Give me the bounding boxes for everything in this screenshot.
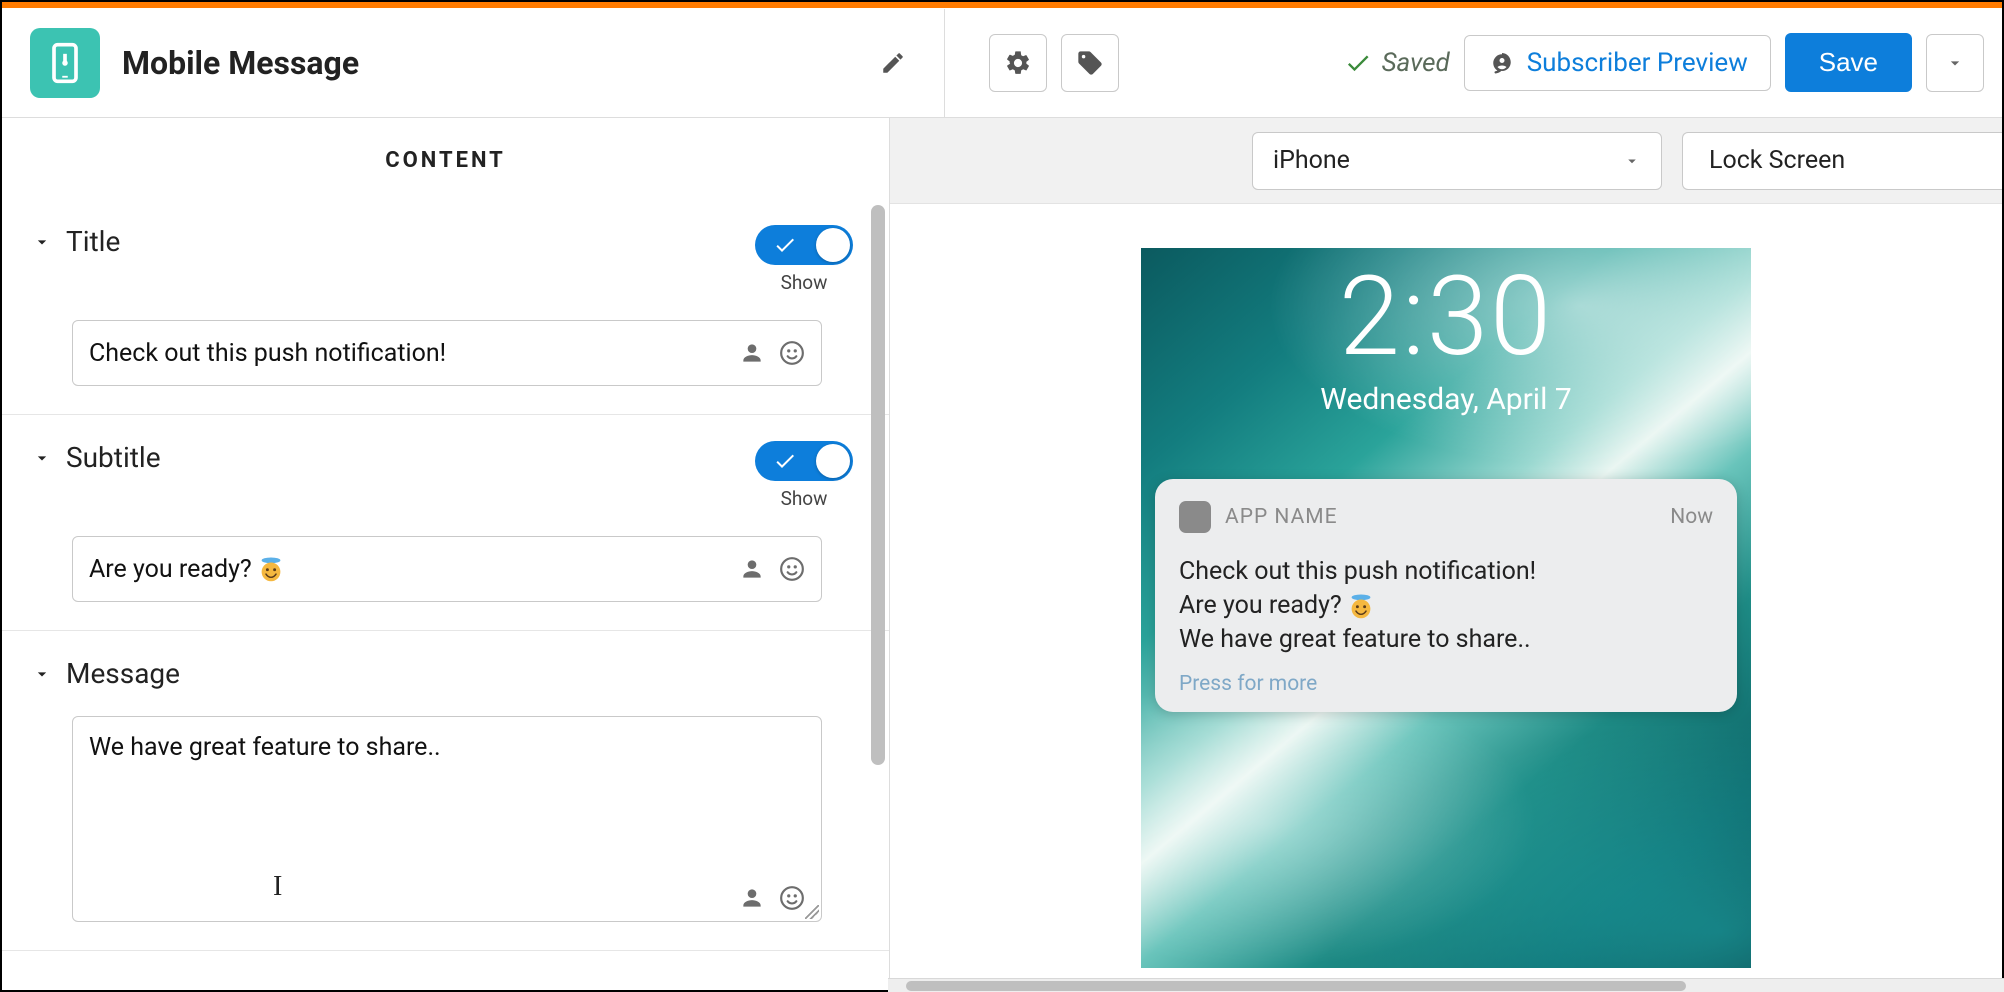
chevron-down-icon [1623, 152, 1641, 170]
mobile-message-icon [30, 28, 100, 98]
section-subtitle-header[interactable]: Subtitle [32, 441, 161, 474]
section-title-header[interactable]: Title [32, 225, 120, 258]
subtitle-input-value: Are you ready? [89, 555, 739, 584]
chevron-down-icon [32, 232, 52, 252]
section-title-label: Title [66, 225, 120, 258]
emoji-picker-icon[interactable] [779, 556, 805, 582]
subscriber-preview-button[interactable]: Subscriber Preview [1464, 35, 1771, 91]
toggle-knob [816, 228, 850, 262]
saved-status: Saved [1344, 48, 1450, 78]
horizontal-scrollbar[interactable] [888, 978, 2004, 992]
notification-subtitle: Are you ready? [1179, 589, 1713, 623]
header-divider [944, 9, 945, 117]
notification-card: APP NAME Now Check out this push notific… [1155, 479, 1737, 712]
section-message-header[interactable]: Message [32, 657, 180, 690]
lock-time: 2:30 [1141, 262, 1751, 372]
check-icon [773, 233, 797, 257]
tag-button[interactable] [1061, 34, 1119, 92]
check-icon [1344, 49, 1372, 77]
main-area: CONTENT Title Show [2, 118, 2002, 990]
text-cursor-icon: I [273, 871, 282, 903]
section-subtitle-label: Subtitle [66, 441, 161, 474]
saved-label: Saved [1382, 48, 1450, 78]
personalization-icon[interactable] [739, 556, 765, 582]
content-scroll-area: Title Show Check out this push notificat… [2, 199, 889, 991]
settings-button[interactable] [989, 34, 1047, 92]
view-select[interactable]: Lock Screen [1682, 132, 2002, 190]
toggle-knob [816, 444, 850, 478]
preview-toolbar: iPhone Lock Screen [890, 118, 2002, 204]
halo-emoji-icon [1348, 593, 1374, 619]
content-panel: CONTENT Title Show [2, 118, 890, 990]
resize-handle[interactable] [805, 905, 819, 919]
title-toggle-label: Show [781, 271, 828, 294]
lock-date: Wednesday, April 7 [1141, 382, 1751, 417]
header-bar: Mobile Message Saved Subscriber Preview … [2, 8, 2002, 118]
phone-preview: 2:30 Wednesday, April 7 APP NAME Now Che… [1141, 248, 1751, 968]
horizontal-scrollbar-thumb[interactable] [906, 981, 1686, 991]
more-actions-button[interactable] [1926, 34, 1984, 92]
check-icon [773, 449, 797, 473]
subtitle-show-toggle[interactable] [755, 441, 853, 481]
section-title: Title Show Check out this push notificat… [2, 199, 889, 415]
title-input[interactable]: Check out this push notification! [72, 320, 822, 386]
notification-app-name: APP NAME [1225, 505, 1338, 529]
subscriber-preview-label: Subscriber Preview [1527, 48, 1748, 78]
vertical-scrollbar-thumb[interactable] [871, 205, 885, 765]
emoji-picker-icon[interactable] [779, 885, 805, 911]
preview-panel: iPhone Lock Screen 2:30 Wednesday, April… [890, 118, 2002, 990]
emoji-picker-icon[interactable] [779, 340, 805, 366]
subscriber-preview-icon [1487, 48, 1517, 78]
chevron-down-icon [32, 448, 52, 468]
view-select-value: Lock Screen [1709, 146, 1845, 175]
notification-message: We have great feature to share.. [1179, 623, 1713, 657]
section-subtitle: Subtitle Show Are you ready? [2, 415, 889, 631]
preview-area: 2:30 Wednesday, April 7 APP NAME Now Che… [890, 204, 2002, 990]
subtitle-toggle-label: Show [781, 487, 828, 510]
subtitle-input[interactable]: Are you ready? [72, 536, 822, 602]
message-textarea-value: We have great feature to share.. [89, 733, 441, 762]
notification-title: Check out this push notification! [1179, 555, 1713, 589]
section-message: Message We have great feature to share..… [2, 631, 889, 951]
device-select-value: iPhone [1273, 146, 1623, 175]
personalization-icon[interactable] [739, 885, 765, 911]
device-select[interactable]: iPhone [1252, 132, 1662, 190]
title-show-toggle[interactable] [755, 225, 853, 265]
title-input-value: Check out this push notification! [89, 339, 739, 368]
section-message-label: Message [66, 657, 180, 690]
halo-emoji-icon [258, 556, 284, 582]
header-right: Saved Subscriber Preview Save [963, 33, 1984, 92]
chevron-down-icon [1945, 53, 1965, 73]
save-button[interactable]: Save [1785, 33, 1912, 92]
header-left: Mobile Message [30, 28, 906, 98]
chevron-down-icon [32, 664, 52, 684]
notification-more: Press for more [1179, 672, 1713, 696]
content-tab[interactable]: CONTENT [2, 118, 889, 199]
edit-title-icon[interactable] [880, 50, 906, 76]
message-textarea[interactable]: We have great feature to share.. I [72, 716, 822, 922]
notification-time: Now [1670, 505, 1713, 529]
personalization-icon[interactable] [739, 340, 765, 366]
notification-app-icon [1179, 501, 1211, 533]
page-title: Mobile Message [122, 44, 359, 82]
